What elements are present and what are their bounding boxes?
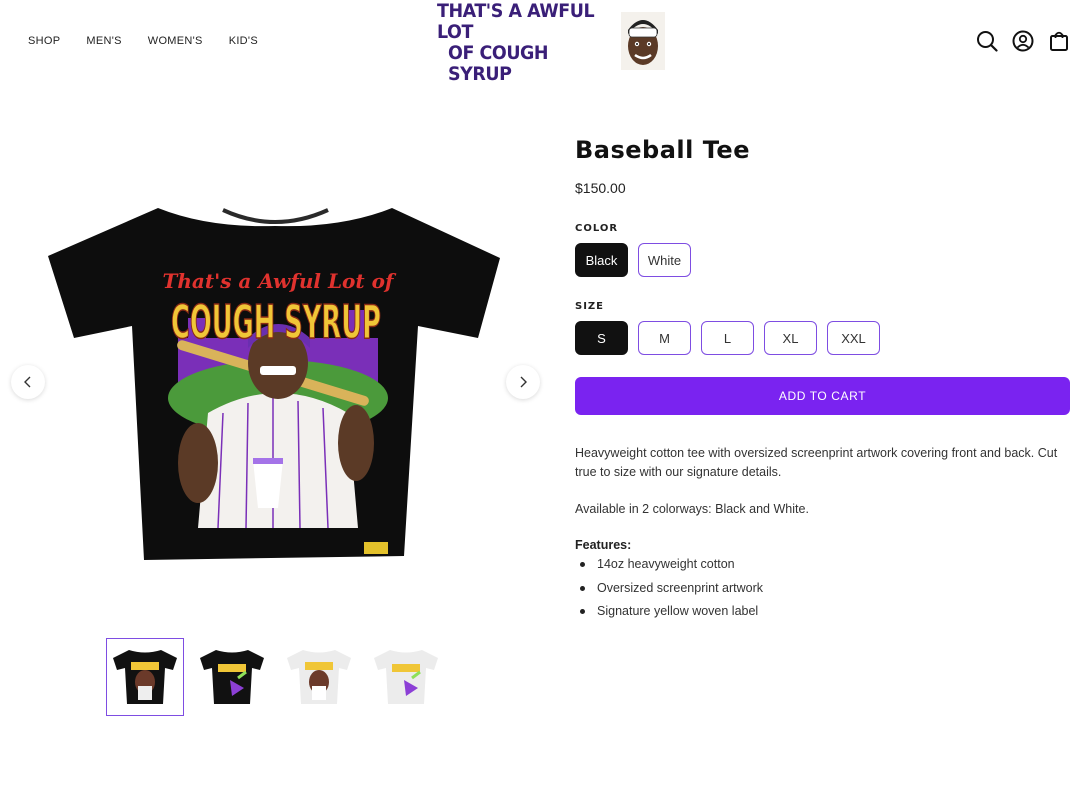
feature-text: Oversized screenprint artwork (597, 580, 764, 595)
size-option-xxl[interactable]: XXL (827, 321, 880, 355)
thumbnail-1[interactable] (106, 638, 184, 716)
account-icon[interactable] (1012, 30, 1034, 52)
search-icon[interactable] (976, 30, 998, 52)
product-main-image: That's a Awful Lot of COUGH SYRUP (48, 208, 500, 560)
bullet-icon (580, 609, 585, 614)
list-item: 14oz heavyweight cotton (575, 556, 763, 580)
header-actions (976, 30, 1070, 52)
thumbnail-image (200, 650, 264, 704)
thumbnail-image (287, 650, 351, 704)
site-logo[interactable]: THAT'S A AWFUL LOT OF COUGH SYRUP (437, 1, 669, 85)
feature-text: Signature yellow woven label (597, 604, 759, 618)
logo-line-2: OF COUGH SYRUP (448, 42, 549, 85)
nav-mens[interactable]: MEN'S (86, 35, 121, 47)
list-item: Signature yellow woven label (575, 603, 763, 627)
chevron-left-icon (24, 376, 31, 388)
product-price: $150.00 (575, 180, 626, 196)
logo-face-icon (621, 12, 665, 70)
thumbnail-image (113, 650, 177, 704)
product-availability: Available in 2 colorways: Black and Whit… (575, 502, 809, 516)
size-option-s[interactable]: S (575, 321, 628, 355)
logo-line-1: THAT'S A AWFUL LOT (437, 0, 595, 43)
color-options: Black White (575, 243, 691, 277)
site-header: SHOP MEN'S WOMEN'S KID'S THAT'S A AWFUL … (0, 0, 1080, 85)
gallery-next-button[interactable] (506, 365, 540, 399)
size-options: S M L XL XXL (575, 321, 880, 355)
color-label: COLOR (575, 223, 619, 234)
thumbnail-4[interactable] (367, 638, 445, 716)
thumbnail-3[interactable] (280, 638, 358, 716)
thumbnail-image (374, 650, 438, 704)
size-label: SIZE (575, 301, 605, 312)
chevron-right-icon (520, 376, 527, 388)
logo-wordmark: THAT'S A AWFUL LOT OF COUGH SYRUP (437, 1, 612, 85)
size-option-l[interactable]: L (701, 321, 754, 355)
shirt-main-text: COUGH SYRUP (171, 295, 381, 349)
color-option-black[interactable]: Black (575, 243, 628, 277)
nav-womens[interactable]: WOMEN'S (148, 35, 203, 47)
color-option-white[interactable]: White (638, 243, 691, 277)
add-to-cart-button[interactable]: ADD TO CART (575, 377, 1070, 415)
gallery-prev-button[interactable] (11, 365, 45, 399)
main-nav: SHOP MEN'S WOMEN'S KID'S (28, 35, 284, 47)
thumbnail-2[interactable] (193, 638, 271, 716)
features-list: 14oz heavyweight cotton Oversized screen… (575, 556, 763, 627)
product-title: Baseball Tee (575, 136, 750, 164)
list-item: Oversized screenprint artwork (575, 580, 763, 604)
size-option-m[interactable]: M (638, 321, 691, 355)
gallery-thumbnails (106, 638, 445, 716)
nav-kids[interactable]: KID'S (229, 35, 258, 47)
bag-icon[interactable] (1048, 30, 1070, 52)
bullet-icon (580, 562, 585, 567)
nav-shop[interactable]: SHOP (28, 35, 60, 47)
shirt-script-text: That's a Awful Lot of (162, 269, 396, 293)
feature-text: 14oz heavyweight cotton (597, 557, 735, 571)
features-heading: Features: (575, 538, 632, 552)
bullet-icon (580, 585, 585, 591)
size-option-xl[interactable]: XL (764, 321, 817, 355)
product-description: Heavyweight cotton tee with oversized sc… (575, 446, 1058, 479)
